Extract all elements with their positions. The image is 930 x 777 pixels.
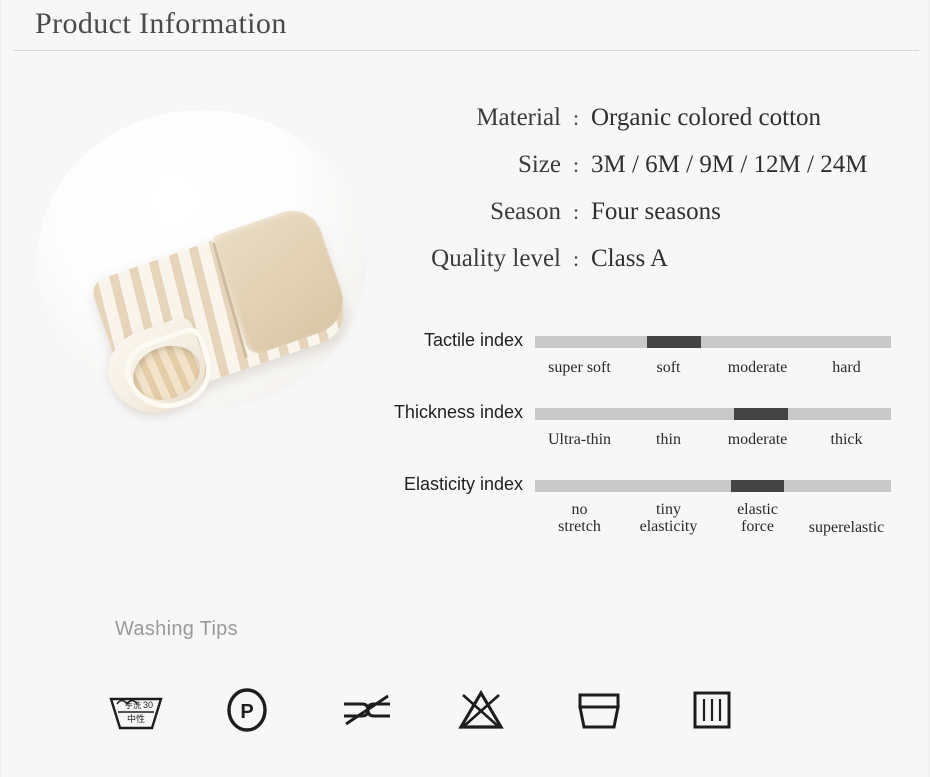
spec-value: Four seasons	[591, 198, 721, 225]
scale-tick: soft	[656, 359, 681, 376]
header-divider	[13, 50, 919, 51]
scale-tick: thin	[656, 431, 681, 448]
scale-tick: Ultra-thin	[547, 431, 612, 448]
care-symbol-row: 手洗 30 中性 P	[105, 682, 805, 738]
scale-marker	[734, 408, 788, 420]
scale-tick-labels: no stretch tiny elasticity elastic force…	[535, 501, 891, 537]
dry-clean-p-circle-icon: P	[222, 682, 339, 738]
scale-bar-row: Thickness index	[1, 402, 930, 424]
scale-tick: tiny elasticity	[639, 501, 698, 535]
scale-tactile-index: Tactile index super soft soft moderate h…	[1, 330, 930, 376]
spec-colon: :	[573, 200, 579, 224]
scale-track	[535, 336, 891, 348]
spec-row-size: Size : 3M / 6M / 9M / 12M / 24M	[393, 151, 917, 198]
scale-tick: super soft	[548, 359, 611, 376]
scale-tick: moderate	[727, 431, 788, 448]
spec-row-quality-level: Quality level : Class A	[393, 245, 917, 292]
spec-value: 3M / 6M / 9M / 12M / 24M	[591, 151, 868, 178]
spec-colon: :	[573, 106, 579, 130]
scale-tick: hard	[832, 359, 861, 376]
scale-elasticity-index: Elasticity index no stretch tiny elastic…	[1, 474, 930, 536]
do-not-wring-icon	[338, 682, 455, 738]
hand-wash-tub-icon: 手洗 30 中性	[105, 682, 222, 738]
do-not-bleach-triangle-icon	[455, 682, 572, 738]
svg-text:中性: 中性	[127, 713, 145, 724]
spec-row-material: Material : Organic colored cotton	[393, 104, 917, 151]
scale-label: Thickness index	[393, 402, 523, 422]
spec-label: Quality level	[431, 245, 561, 272]
scale-marker	[647, 336, 701, 348]
scale-tick: no stretch	[558, 501, 601, 535]
scale-thickness-index: Thickness index Ultra-thin thin moderate…	[1, 402, 930, 448]
scale-tick-labels: Ultra-thin thin moderate thick	[535, 431, 891, 449]
spec-label: Season	[490, 198, 561, 225]
washing-tips-title: Washing Tips	[115, 618, 238, 640]
page-title: Product Information	[35, 7, 287, 40]
scale-label: Tactile index	[423, 330, 523, 350]
scale-label: Elasticity index	[403, 474, 523, 494]
svg-text:P: P	[240, 701, 253, 723]
scale-track	[535, 480, 891, 492]
spec-colon: :	[573, 247, 579, 271]
spec-value: Organic colored cotton	[591, 104, 822, 131]
dry-flat-icon	[572, 682, 689, 738]
drip-dry-square-icon	[688, 682, 805, 738]
svg-text:手洗: 手洗	[125, 700, 141, 710]
spec-colon: :	[573, 153, 579, 177]
product-information-page: Product Information Material : Organic c…	[0, 0, 930, 777]
spec-value: Class A	[591, 245, 669, 272]
scale-track	[535, 408, 891, 420]
scale-tick: elastic force	[737, 501, 778, 535]
spec-label: Material	[476, 104, 561, 131]
photo-background-disc	[37, 110, 367, 426]
page-header: Product Information	[1, 0, 930, 51]
spec-label: Size	[517, 151, 561, 178]
scale-tick: moderate	[727, 359, 788, 376]
scale-bar-row: Elasticity index	[1, 474, 930, 496]
garment-illustration	[89, 202, 365, 426]
specification-list: Material : Organic colored cotton Size :…	[393, 104, 917, 292]
scale-bar-row: Tactile index	[1, 330, 930, 352]
scale-tick: thick	[830, 431, 863, 448]
spec-row-season: Season : Four seasons	[393, 198, 917, 245]
scale-marker	[730, 480, 785, 492]
scale-tick-labels: super soft soft moderate hard	[535, 359, 891, 377]
scale-tick: superelastic	[808, 519, 885, 536]
svg-text:30: 30	[143, 700, 153, 710]
product-photo	[23, 96, 389, 426]
